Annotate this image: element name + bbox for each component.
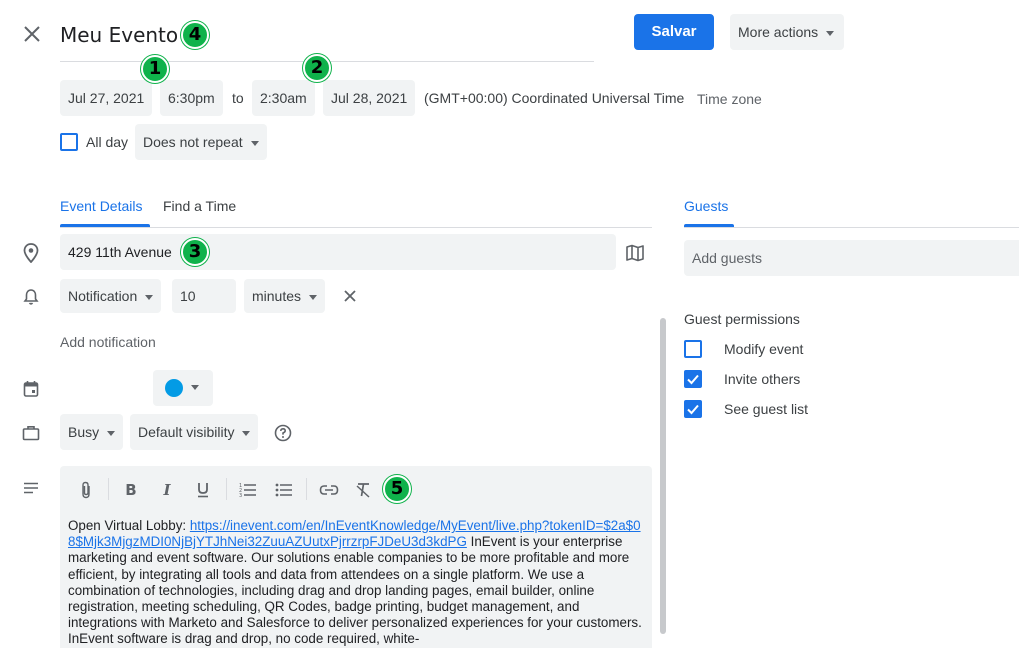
to-label: to	[232, 90, 244, 106]
start-time-button[interactable]: 6:30pm	[160, 80, 223, 116]
add-guests-input[interactable]: Add guests	[684, 240, 1019, 276]
svg-text:3: 3	[239, 493, 242, 498]
close-icon[interactable]	[20, 22, 44, 46]
modify-event-label: Modify event	[724, 341, 804, 357]
add-guests-placeholder: Add guests	[692, 250, 763, 266]
see-guest-list-label: See guest list	[724, 401, 809, 417]
help-icon[interactable]	[272, 422, 294, 444]
link-icon[interactable]	[317, 478, 341, 502]
guests-divider	[684, 227, 1019, 228]
calendar-color-dropdown[interactable]	[153, 370, 213, 406]
tabs-divider	[60, 227, 652, 228]
see-guest-list-checkbox[interactable]	[684, 400, 702, 418]
location-input[interactable]: 429 11th Avenue	[60, 234, 616, 270]
visibility-dropdown[interactable]: Default visibility	[130, 414, 259, 450]
description-prefix: Open Virtual Lobby:	[68, 518, 190, 533]
busy-dropdown[interactable]: Busy	[60, 414, 124, 450]
chevron-down-icon	[191, 385, 199, 390]
description-icon	[20, 477, 42, 499]
location-value: 429 11th Avenue	[68, 244, 172, 260]
scrollbar-thumb[interactable]	[660, 318, 666, 634]
more-actions-button[interactable]: More actions	[730, 14, 844, 50]
event-title: Meu Evento	[60, 23, 179, 47]
event-title-input[interactable]: Meu Evento	[60, 14, 594, 62]
map-icon[interactable]	[624, 242, 646, 264]
bell-icon	[20, 286, 42, 308]
attachment-icon[interactable]	[74, 478, 98, 502]
invite-others-checkbox[interactable]	[684, 370, 702, 388]
italic-icon[interactable]: I	[155, 478, 179, 502]
toolbar-separator	[306, 478, 307, 500]
annotation-badge-4: 4	[181, 21, 209, 49]
underline-icon[interactable]	[191, 478, 215, 502]
description-text[interactable]: Open Virtual Lobby: https://inevent.com/…	[68, 518, 648, 648]
save-button[interactable]: Salvar	[634, 14, 714, 50]
end-date-button[interactable]: Jul 28, 2021	[323, 80, 416, 116]
toolbar-separator	[226, 478, 227, 500]
clear-formatting-icon[interactable]	[352, 478, 376, 502]
annotation-badge-1: 1	[141, 55, 169, 83]
annotation-badge-3: 3	[181, 238, 209, 266]
annotation-badge-2: 2	[303, 54, 331, 82]
timezone-link[interactable]: Time zone	[697, 91, 762, 107]
calendar-icon	[20, 378, 42, 400]
location-pin-icon	[20, 242, 42, 264]
all-day-label: All day	[86, 134, 129, 150]
tab-guests[interactable]: Guests	[684, 198, 728, 214]
guest-permissions-title: Guest permissions	[684, 311, 800, 327]
chevron-down-icon	[242, 430, 251, 436]
chevron-down-icon	[107, 430, 116, 436]
invite-others-label: Invite others	[724, 371, 801, 387]
calendar-color-swatch	[165, 379, 183, 397]
tab-find-a-time[interactable]: Find a Time	[163, 198, 236, 214]
end-time-button[interactable]: 2:30am	[252, 80, 315, 116]
description-body: InEvent is your enterprise marketing and…	[68, 534, 642, 647]
notification-unit-dropdown[interactable]: minutes	[244, 279, 326, 313]
notification-type-dropdown[interactable]: Notification	[60, 279, 162, 313]
chevron-down-icon	[826, 30, 835, 36]
all-day-checkbox[interactable]	[60, 133, 78, 151]
briefcase-icon	[20, 422, 42, 444]
notification-amount-input[interactable]: 10	[172, 279, 236, 313]
numbered-list-icon[interactable]: 123	[236, 478, 260, 502]
repeat-dropdown[interactable]: Does not repeat	[135, 124, 267, 160]
annotation-badge-5: 5	[383, 475, 411, 503]
remove-notification-icon[interactable]	[340, 286, 360, 306]
tab-event-details[interactable]: Event Details	[60, 198, 142, 214]
bold-icon[interactable]: B	[119, 478, 143, 502]
toolbar-separator	[108, 478, 109, 500]
modify-event-checkbox[interactable]	[684, 340, 702, 358]
timezone-text: (GMT+00:00) Coordinated Universal Time	[424, 90, 685, 106]
add-notification-link[interactable]: Add notification	[60, 334, 156, 350]
chevron-down-icon	[145, 294, 154, 300]
chevron-down-icon	[309, 294, 318, 300]
bulleted-list-icon[interactable]	[272, 478, 296, 502]
chevron-down-icon	[250, 140, 259, 146]
start-date-button[interactable]: Jul 27, 2021	[60, 80, 153, 116]
